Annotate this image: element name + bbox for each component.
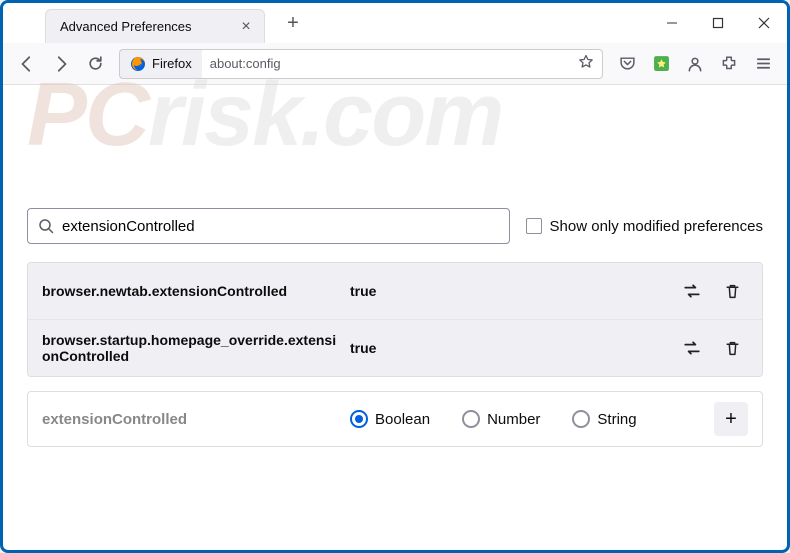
- url-bar[interactable]: Firefox about:config: [119, 49, 603, 79]
- new-preference-row: extensionControlled Boolean Number Strin…: [27, 391, 763, 447]
- menu-button[interactable]: [747, 48, 779, 80]
- preference-name: browser.startup.homepage_override.extens…: [42, 332, 342, 364]
- show-only-modified[interactable]: Show only modified preferences: [526, 218, 763, 235]
- search-input[interactable]: [62, 218, 499, 235]
- maximize-button[interactable]: [695, 3, 741, 43]
- delete-button[interactable]: [716, 332, 748, 364]
- toggle-button[interactable]: [676, 332, 708, 364]
- reload-button[interactable]: [79, 48, 111, 80]
- preference-row: browser.startup.homepage_override.extens…: [28, 320, 762, 376]
- url-text: about:config: [210, 56, 578, 71]
- preference-value: true: [350, 283, 668, 299]
- identity-box[interactable]: Firefox: [119, 49, 202, 79]
- show-only-label: Show only modified preferences: [550, 218, 763, 235]
- radio-circle-icon: [462, 410, 480, 428]
- window-controls: [649, 3, 787, 43]
- preference-row: browser.newtab.extensionControlled true: [28, 263, 762, 320]
- preference-name: browser.newtab.extensionControlled: [42, 283, 342, 299]
- new-tab-button[interactable]: +: [279, 9, 307, 37]
- search-box[interactable]: [27, 208, 510, 244]
- identity-label: Firefox: [152, 56, 192, 71]
- firefox-logo-icon: [130, 56, 146, 72]
- back-button[interactable]: [11, 48, 43, 80]
- titlebar: Advanced Preferences × +: [3, 3, 787, 43]
- tab-title: Advanced Preferences: [60, 19, 238, 34]
- bookmark-star-icon[interactable]: [578, 54, 594, 73]
- toggle-button[interactable]: [676, 275, 708, 307]
- forward-button[interactable]: [45, 48, 77, 80]
- search-icon: [38, 218, 54, 234]
- radio-circle-icon: [572, 410, 590, 428]
- add-preference-button[interactable]: +: [714, 402, 748, 436]
- pocket-icon[interactable]: [611, 48, 643, 80]
- browser-tab[interactable]: Advanced Preferences ×: [45, 9, 265, 43]
- preferences-list: browser.newtab.extensionControlled true …: [27, 262, 763, 377]
- radio-circle-icon: [350, 410, 368, 428]
- account-icon[interactable]: [679, 48, 711, 80]
- delete-button[interactable]: [716, 275, 748, 307]
- url-input[interactable]: about:config: [202, 49, 603, 79]
- preference-value: true: [350, 340, 668, 356]
- extensions-button[interactable]: [713, 48, 745, 80]
- page-content: PCrisk.com Show only modified preference…: [3, 85, 787, 467]
- close-window-button[interactable]: [741, 3, 787, 43]
- radio-boolean[interactable]: Boolean: [350, 410, 430, 428]
- browser-window: Advanced Preferences × +: [0, 0, 790, 553]
- minimize-button[interactable]: [649, 3, 695, 43]
- radio-number[interactable]: Number: [462, 410, 540, 428]
- radio-string[interactable]: String: [572, 410, 636, 428]
- close-tab-icon[interactable]: ×: [238, 19, 254, 35]
- extension-icon[interactable]: [645, 48, 677, 80]
- new-preference-name: extensionControlled: [42, 411, 342, 428]
- nav-toolbar: Firefox about:config: [3, 43, 787, 85]
- checkbox[interactable]: [526, 218, 542, 234]
- type-radios: Boolean Number String: [350, 410, 706, 428]
- search-row: Show only modified preferences: [27, 208, 763, 244]
